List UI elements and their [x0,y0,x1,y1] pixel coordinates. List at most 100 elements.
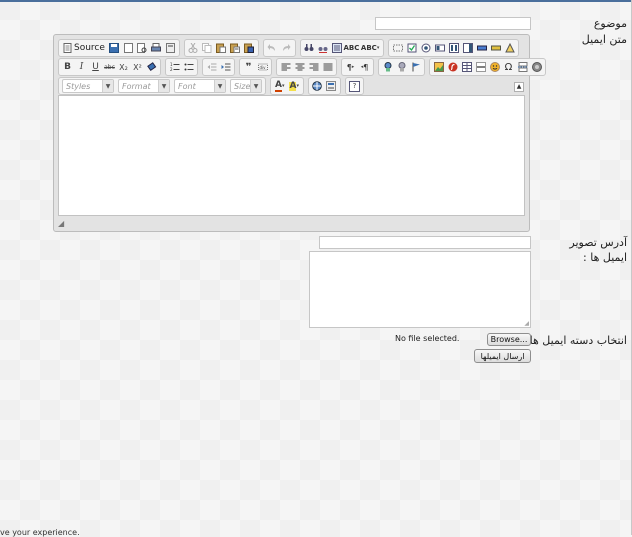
checkbox-icon[interactable] [405,42,418,55]
superscript-label: X² [133,62,142,72]
source-label: Source [74,43,105,53]
preview-icon[interactable] [136,42,149,55]
underline-button[interactable]: U [89,61,102,74]
toolbar-row-3: Styles ▼ Format ▼ Font ▼ Size ▼ A ▾ A ▾ ? [58,77,364,95]
flash-icon[interactable] [446,61,459,74]
toolbar-group-clipboard [183,39,259,57]
paste-word-icon[interactable] [243,42,256,55]
size-combo[interactable]: Size ▼ [230,79,262,93]
numbered-list-icon[interactable]: 12 [168,61,181,74]
italic-button[interactable]: I [75,61,88,74]
toolbar-group-colors: A ▾ A ▾ [270,77,304,95]
toolbar-group-basic-styles: B I U abc X₂ X² [58,58,161,76]
special-char-icon[interactable]: Ω [502,61,515,74]
textfield-icon[interactable] [433,42,446,55]
paste-icon[interactable] [215,42,228,55]
emails-textarea[interactable]: ◢ [309,251,531,328]
resize-handle-icon[interactable]: ◢ [58,219,64,228]
rtl-icon[interactable]: ◂ ¶ [358,61,371,74]
send-emails-button[interactable]: ارسال ایمیلها [474,349,531,363]
image-address-label: آدرس تصویر [569,236,627,249]
background-color-button[interactable]: A ▾ [287,80,300,93]
remove-format-icon[interactable] [145,61,158,74]
image-address-input[interactable] [319,236,531,249]
print-icon[interactable] [150,42,163,55]
email-file-label: انتخاب دسته ایمیل ها : [522,334,627,347]
div-container-icon[interactable]: div [256,61,269,74]
redo-icon[interactable] [280,42,293,55]
source-icon [63,43,72,53]
select-all-icon[interactable] [331,42,344,55]
bullet-list-icon[interactable] [182,61,195,74]
text-color-icon: A [275,79,282,92]
blockquote-icon[interactable]: ❞ [242,61,255,74]
chevron-down-icon: ▼ [158,80,169,92]
toolbar-group-links [378,58,425,76]
chevron-down-icon: ▼ [250,80,261,92]
bold-label: B [64,62,71,72]
save-icon[interactable] [108,42,121,55]
align-center-icon[interactable] [293,61,306,74]
outdent-icon[interactable] [205,61,218,74]
email-body-label: متن ایمیل [581,33,627,46]
spellcheck-icon[interactable]: ABC [343,42,359,55]
unlink-icon[interactable] [395,61,408,74]
bold-button[interactable]: B [61,61,74,74]
styles-combo[interactable]: Styles ▼ [62,79,114,93]
horizontal-rule-icon[interactable] [474,61,487,74]
subject-input[interactable] [375,17,531,30]
justify-icon[interactable] [321,61,334,74]
browse-button[interactable]: Browse... [487,333,531,346]
replace-icon[interactable] [317,42,330,55]
source-button[interactable]: Source [61,43,107,53]
align-left-icon[interactable] [279,61,292,74]
align-right-icon[interactable] [307,61,320,74]
find-icon[interactable] [303,42,316,55]
radio-icon[interactable] [419,42,432,55]
toolbar-group-indent [202,58,235,76]
top-border [0,0,632,2]
toolbar-group-document: Source [58,39,180,57]
toolbar-group-about: ? [344,77,364,95]
hidden-field-icon[interactable] [503,42,516,55]
copy-icon[interactable] [201,42,214,55]
format-placeholder: Format [122,81,151,91]
ltr-icon[interactable]: ¶ ▸ [344,61,357,74]
format-combo[interactable]: Format ▼ [118,79,170,93]
link-icon[interactable] [381,61,394,74]
show-blocks-icon[interactable] [325,80,338,93]
smiley-icon[interactable] [488,61,501,74]
button-field-icon[interactable] [475,42,488,55]
maximize-icon[interactable] [311,80,324,93]
strike-button[interactable]: abc [103,61,116,74]
text-color-button[interactable]: A ▾ [273,80,286,93]
superscript-button[interactable]: X² [131,61,144,74]
toolbar-group-blocks: ❞ div [239,58,272,76]
image-icon[interactable] [432,61,445,74]
toolbar-row-1: Source ABC ABC ▾ [58,39,520,57]
select-field-icon[interactable] [461,42,474,55]
anchor-icon[interactable] [409,61,422,74]
textarea-icon[interactable] [447,42,460,55]
toolbar-group-undo [262,39,296,57]
image-button-icon[interactable] [489,42,502,55]
indent-icon[interactable] [219,61,232,74]
editor-content-area[interactable] [58,95,525,216]
help-icon[interactable]: ? [348,80,361,93]
cut-icon[interactable] [187,42,200,55]
collapse-toolbar-icon[interactable]: ▲ [514,82,524,92]
strike-label: abc [104,63,115,71]
templates-icon[interactable] [164,42,177,55]
toolbar-group-tools [307,77,341,95]
undo-icon[interactable] [266,42,279,55]
iframe-icon[interactable] [530,61,543,74]
new-page-icon[interactable] [122,42,135,55]
subscript-button[interactable]: X₂ [117,61,130,74]
paste-text-icon[interactable] [229,42,242,55]
toolbar-group-forms [388,39,520,57]
font-combo[interactable]: Font ▼ [174,79,226,93]
form-icon[interactable] [391,42,404,55]
table-icon[interactable] [460,61,473,74]
page-break-icon[interactable] [516,61,529,74]
spellcheck-dropdown-icon[interactable]: ABC ▾ [359,42,381,55]
